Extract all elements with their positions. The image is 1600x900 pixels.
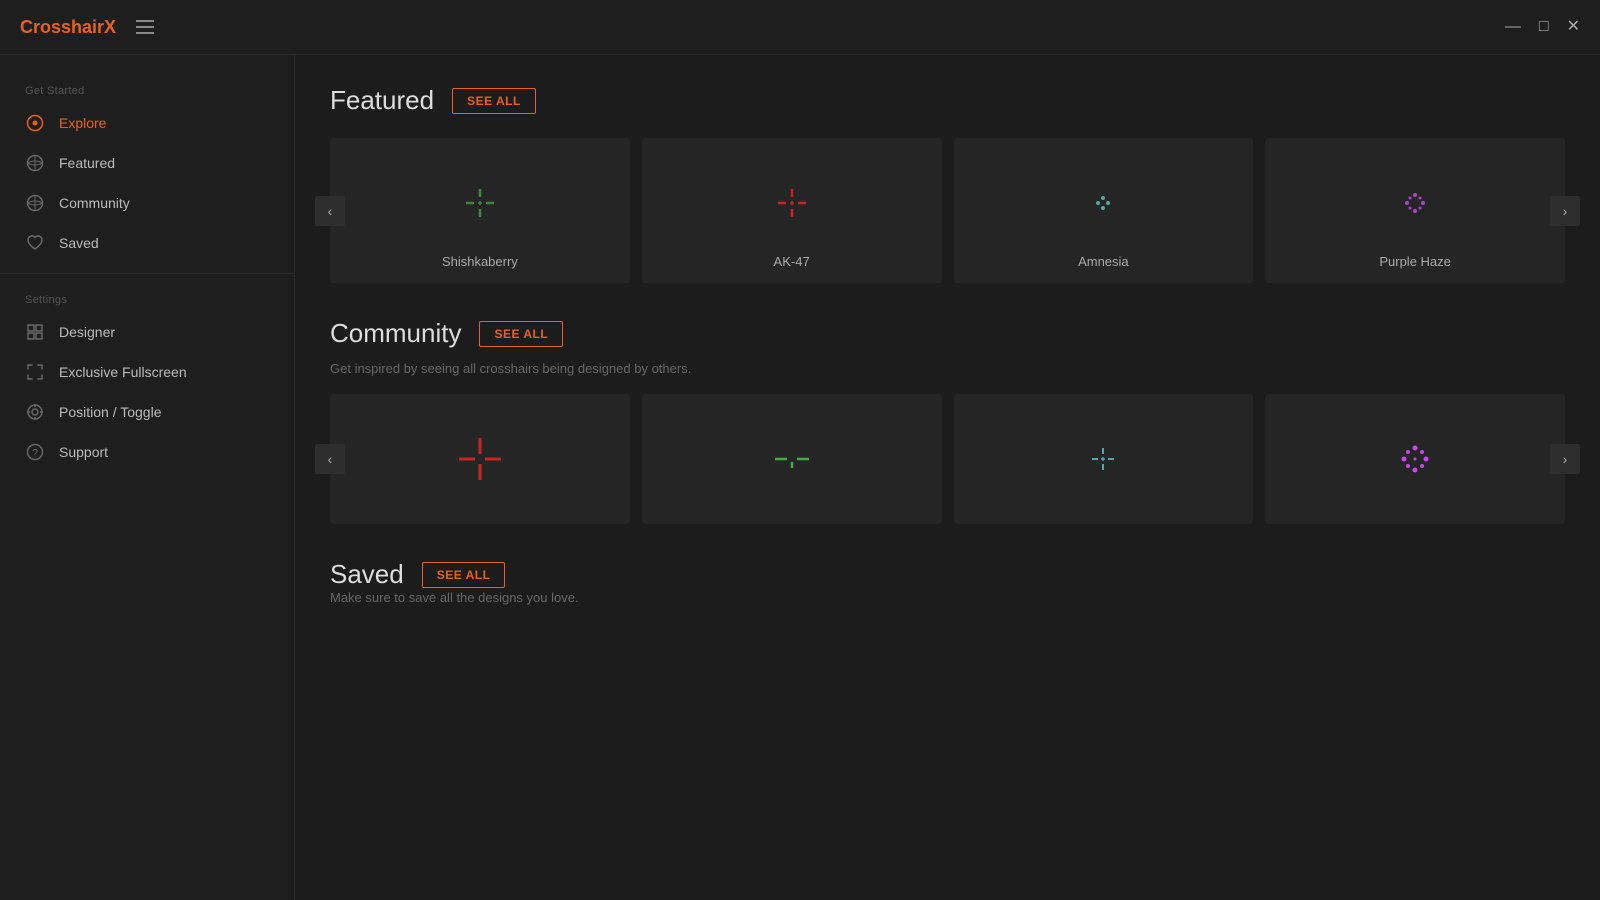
community-card-4[interactable] bbox=[1265, 394, 1565, 524]
saved-title: Saved bbox=[330, 559, 404, 590]
fullscreen-icon bbox=[25, 362, 45, 382]
community-card-2[interactable] bbox=[642, 394, 942, 524]
sidebar-item-featured[interactable]: Featured bbox=[0, 143, 294, 183]
main-layout: Get Started Explore Featured bbox=[0, 55, 1600, 900]
sidebar-item-designer[interactable]: Designer bbox=[0, 312, 294, 352]
featured-carousel: ‹ Shishkaber bbox=[330, 138, 1565, 283]
community-section-header: Community SEE ALL bbox=[330, 318, 1565, 349]
question-icon: ? bbox=[25, 442, 45, 462]
community-card-1[interactable] bbox=[330, 394, 630, 524]
featured-carousel-prev[interactable]: ‹ bbox=[315, 196, 345, 226]
app-title-text: Crosshair bbox=[20, 17, 104, 37]
close-button[interactable]: ✕ bbox=[1567, 19, 1580, 35]
featured-card-amnesia-label: Amnesia bbox=[1078, 254, 1129, 269]
target-icon bbox=[25, 402, 45, 422]
sidebar-item-position-toggle-label: Position / Toggle bbox=[59, 404, 161, 420]
community-carousel-track bbox=[330, 394, 1565, 524]
saved-section-header: Saved SEE ALL bbox=[330, 559, 1565, 590]
maximize-button[interactable]: □ bbox=[1539, 19, 1549, 35]
featured-title: Featured bbox=[330, 85, 434, 116]
sidebar-item-position-toggle[interactable]: Position / Toggle bbox=[0, 392, 294, 432]
sidebar-item-saved[interactable]: Saved bbox=[0, 223, 294, 263]
sidebar-item-designer-label: Designer bbox=[59, 324, 115, 340]
hamburger-menu[interactable] bbox=[136, 20, 154, 34]
sidebar-item-saved-label: Saved bbox=[59, 235, 99, 251]
app-title-accent: X bbox=[104, 17, 116, 37]
content-area: Featured SEE ALL ‹ bbox=[295, 55, 1600, 900]
featured-card-ak47-label: AK-47 bbox=[774, 254, 810, 269]
sidebar-item-support[interactable]: ? Support bbox=[0, 432, 294, 472]
community-description: Get inspired by seeing all crosshairs be… bbox=[330, 361, 1565, 376]
sidebar-item-explore-label: Explore bbox=[59, 115, 106, 131]
sidebar-item-community-label: Community bbox=[59, 195, 130, 211]
sidebar-item-exclusive-fullscreen-label: Exclusive Fullscreen bbox=[59, 364, 187, 380]
sidebar-section-settings: Settings bbox=[0, 284, 294, 312]
crosshair-ak47 bbox=[762, 173, 822, 233]
featured-card-amnesia[interactable]: Amnesia bbox=[954, 138, 1254, 283]
globe-outline-icon bbox=[25, 153, 45, 173]
minimize-button[interactable]: — bbox=[1505, 19, 1521, 35]
sidebar-item-featured-label: Featured bbox=[59, 155, 115, 171]
crosshair-community-2 bbox=[765, 432, 819, 486]
featured-card-shishkaberry-label: Shishkaberry bbox=[442, 254, 518, 269]
crosshair-shishkaberry bbox=[450, 173, 510, 233]
featured-card-shishkaberry[interactable]: Shishkaberry bbox=[330, 138, 630, 283]
community-see-all-button[interactable]: SEE ALL bbox=[479, 321, 563, 347]
featured-card-ak47[interactable]: AK-47 bbox=[642, 138, 942, 283]
titlebar-left: CrosshairX bbox=[20, 17, 154, 38]
community-carousel: ‹ bbox=[330, 394, 1565, 524]
community-carousel-prev[interactable]: ‹ bbox=[315, 444, 345, 474]
sidebar-divider bbox=[0, 273, 294, 274]
sidebar-section-get-started: Get Started bbox=[0, 75, 294, 103]
sidebar: Get Started Explore Featured bbox=[0, 55, 295, 900]
crosshair-amnesia bbox=[1073, 173, 1133, 233]
featured-see-all-button[interactable]: SEE ALL bbox=[452, 88, 536, 114]
titlebar: CrosshairX — □ ✕ bbox=[0, 0, 1600, 55]
sidebar-item-explore[interactable]: Explore bbox=[0, 103, 294, 143]
featured-card-purple-haze[interactable]: Purple Haze bbox=[1265, 138, 1565, 283]
saved-see-all-button[interactable]: SEE ALL bbox=[422, 562, 506, 588]
featured-card-purple-haze-label: Purple Haze bbox=[1379, 254, 1451, 269]
svg-text:?: ? bbox=[32, 448, 38, 460]
crosshair-community-4 bbox=[1388, 432, 1442, 486]
crosshair-community-1 bbox=[453, 432, 507, 486]
saved-section: Saved SEE ALL Make sure to save all the … bbox=[330, 559, 1565, 605]
community-title: Community bbox=[330, 318, 461, 349]
crosshair-community-3 bbox=[1076, 432, 1130, 486]
grid-icon bbox=[25, 322, 45, 342]
featured-carousel-track: Shishkaberry AK-47 bbox=[330, 138, 1565, 283]
featured-section-header: Featured SEE ALL bbox=[330, 85, 1565, 116]
circle-dot-icon bbox=[25, 113, 45, 133]
community-carousel-next[interactable]: › bbox=[1550, 444, 1580, 474]
community-card-3[interactable] bbox=[954, 394, 1254, 524]
titlebar-controls: — □ ✕ bbox=[1505, 19, 1580, 35]
crosshair-purple-haze bbox=[1385, 173, 1445, 233]
sidebar-item-exclusive-fullscreen[interactable]: Exclusive Fullscreen bbox=[0, 352, 294, 392]
saved-description: Make sure to save all the designs you lo… bbox=[330, 590, 1565, 605]
heart-icon bbox=[25, 233, 45, 253]
app-title: CrosshairX bbox=[20, 17, 116, 38]
featured-carousel-next[interactable]: › bbox=[1550, 196, 1580, 226]
sidebar-item-support-label: Support bbox=[59, 444, 108, 460]
sidebar-item-community[interactable]: Community bbox=[0, 183, 294, 223]
globe-icon bbox=[25, 193, 45, 213]
